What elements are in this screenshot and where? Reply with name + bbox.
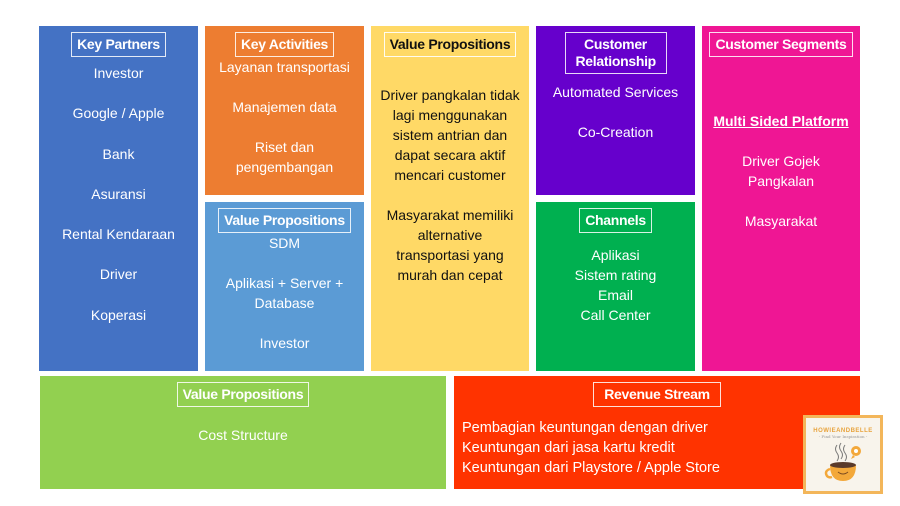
revenue-stream-title: Revenue Stream (593, 382, 721, 407)
revenue-stream-item: Pembagian keuntungan dengan driver (462, 420, 708, 436)
value-propositions-title: Value Propositions (383, 32, 517, 57)
key-partners-title: Key Partners (71, 32, 166, 57)
key-partner-item: Investor (93, 65, 144, 81)
customer-segments-subtitle: Multi Sided Platform (713, 113, 849, 129)
key-resource-item: SDM (268, 235, 301, 251)
key-resource-item: Aplikasi + Server + Database (225, 275, 344, 311)
customer-relationship-item: Automated Services (552, 84, 679, 100)
key-activity-item: Layanan transportasi (219, 59, 350, 75)
cost-structure-title: Value Propositions (176, 382, 310, 407)
channel-item: Sistem rating (574, 267, 657, 283)
key-partners-block: Key Partners Investor Google / Apple Ban… (39, 26, 198, 371)
key-activities-title: Key Activities (234, 32, 335, 57)
key-resource-item: Investor (259, 335, 310, 351)
value-proposition-item: Masyarakat memiliki alternative transpor… (386, 207, 514, 283)
howieandbelle-logo: HOWIEANDBELLE - Find Your Inspiration - (803, 415, 883, 494)
customer-segment-item: Driver Gojek Pangkalan (742, 153, 820, 189)
revenue-stream-item: Keuntungan dari Playstore / Apple Store (462, 460, 720, 476)
value-proposition-item: Driver pangkalan tidak lagi menggunakan … (380, 87, 520, 183)
customer-relationship-title: Customer Relationship (564, 32, 667, 74)
key-resources-title: Value Propositions (218, 208, 351, 233)
key-activity-item: Riset dan pengembangan (235, 139, 334, 175)
key-partner-item: Bank (102, 145, 135, 162)
channel-item: Aplikasi (591, 247, 640, 263)
key-activities-block: Key Activities Layanan transportasi Mana… (205, 26, 364, 195)
key-resources-block: Value Propositions SDM Aplikasi + Server… (205, 202, 364, 371)
key-partner-item: Rental Kendaraan (62, 226, 175, 243)
key-activity-item: Manajemen data (232, 99, 337, 115)
coffee-cup-icon (824, 442, 861, 481)
cost-structure-item: Cost Structure (198, 427, 288, 443)
key-partner-item: Asuransi (91, 185, 146, 202)
customer-segments-block: Customer Segments Multi Sided Platform D… (702, 26, 860, 371)
cost-structure-block: Value Propositions Cost Structure (40, 376, 446, 489)
customer-segment-item: Masyarakat (744, 213, 818, 229)
revenue-stream-block: Revenue Stream Pembagian keuntungan deng… (454, 376, 860, 489)
channel-item: Email (597, 287, 633, 303)
customer-segments-title: Customer Segments (709, 32, 853, 57)
customer-relationship-item: Co-Creation (577, 124, 654, 140)
revenue-stream-item: Keuntungan dari jasa kartu kredit (462, 440, 675, 456)
logo-tagline: - Find Your Inspiration - (818, 434, 868, 439)
key-partner-item: Koperasi (90, 306, 147, 323)
channels-block: Channels Aplikasi Sistem rating Email Ca… (536, 202, 695, 371)
customer-relationship-block: Customer Relationship Automated Services… (536, 26, 695, 195)
key-partner-item: Driver (99, 266, 138, 283)
channels-title: Channels (579, 208, 652, 233)
key-partner-item: Google / Apple (72, 105, 165, 122)
channel-item: Call Center (580, 307, 651, 323)
value-propositions-block: Value Propositions Driver pangkalan tida… (371, 26, 529, 371)
